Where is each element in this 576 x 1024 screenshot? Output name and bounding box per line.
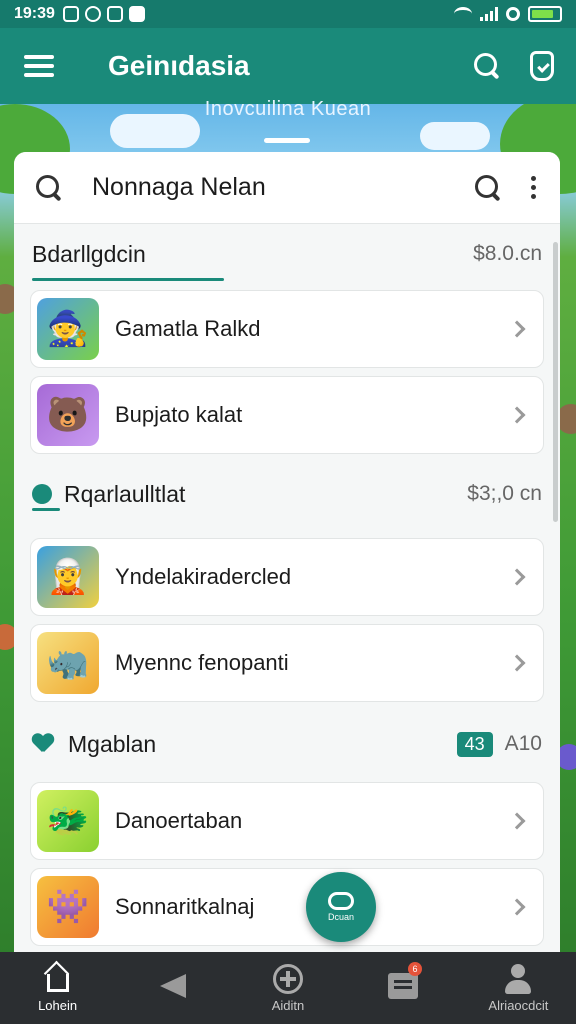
banner-text: Inovcuilina Kuean (204, 98, 372, 120)
image-icon (62, 6, 79, 22)
witch-icon: 🧝 (37, 546, 99, 608)
section-header: Rqarlaulltlat $3;,0 cn (32, 474, 542, 514)
location-icon (32, 484, 52, 504)
shield-icon[interactable] (530, 51, 554, 81)
chevron-right-icon (508, 406, 526, 424)
mail-icon (128, 6, 145, 22)
profile-icon (504, 963, 532, 994)
search-submit-icon[interactable] (475, 174, 501, 201)
nav-item-home[interactable]: Lohein (0, 952, 115, 1024)
game-card[interactable]: 🧝 Yndelakiradercled (30, 538, 544, 616)
adventurer-icon: 🧙 (37, 298, 99, 360)
section-underline (32, 508, 60, 511)
game-card[interactable]: 🧙 Gamatla Ralkd (30, 290, 544, 368)
search-icon (36, 174, 62, 201)
game-card[interactable]: 👾 Sonnaritkalnaj (30, 868, 544, 946)
status-time: 19:39 (14, 5, 55, 22)
sync-icon (506, 7, 520, 21)
section-header: Bdarllgdcin $8.0.cn (32, 234, 542, 274)
home-icon (46, 973, 69, 992)
add-circle-icon (273, 963, 303, 994)
chevron-right-icon (508, 320, 526, 338)
dragon-icon: 🐲 (37, 790, 99, 852)
monster-icon: 👾 (37, 876, 99, 938)
section-title: Rqarlaulltlat (64, 480, 186, 507)
send-icon (159, 974, 186, 998)
section-value: $8.0.cn (473, 242, 542, 265)
nav-item-add[interactable]: Aiditn (230, 952, 345, 1024)
inbox-icon (388, 973, 419, 999)
battery-icon (528, 6, 562, 22)
rhino-icon: 🦏 (37, 632, 99, 694)
more-options-icon[interactable] (531, 176, 536, 199)
nav-item-send[interactable] (115, 952, 230, 1024)
app-title: Geinıdasia (108, 50, 250, 81)
search-icon[interactable] (474, 53, 500, 79)
chat-bubble-icon (328, 892, 354, 910)
section-header: Mgablan 43 A10 (32, 724, 542, 764)
scrollbar[interactable] (553, 242, 558, 522)
section-title: Bdarllgdcin (32, 240, 146, 267)
game-title: Gamatla Ralkd (115, 316, 261, 341)
menu-icon[interactable] (24, 55, 54, 77)
search-bar[interactable]: Nonnaga Nelan (14, 152, 560, 224)
game-card[interactable]: 🐻 Bupjato kalat (30, 376, 544, 454)
notification-badge: 6 (408, 962, 422, 976)
search-query[interactable]: Nonnaga Nelan (92, 173, 266, 202)
game-title: Myennc fenopanti (115, 650, 289, 675)
game-title: Sonnaritkalnaj (115, 894, 255, 919)
wifi-icon (454, 7, 472, 21)
app-bar: Geinıdasia (0, 28, 576, 104)
drag-handle[interactable] (264, 138, 310, 143)
bear-icon: 🐻 (37, 384, 99, 446)
nav-item-profile[interactable]: Alriaocdcit (461, 952, 576, 1024)
section-value: $3;,0 cn (467, 482, 542, 505)
section-underline (32, 278, 224, 281)
count-badge: 43 (456, 731, 493, 757)
heart-icon (32, 734, 54, 754)
app-icon (106, 6, 123, 22)
fab-label: Dcuan (327, 912, 354, 922)
chat-fab-button[interactable]: Dcuan (306, 872, 376, 942)
chevron-right-icon (508, 898, 526, 916)
game-card[interactable]: 🐲 Danoertaban (30, 782, 544, 860)
game-title: Danoertaban (115, 808, 243, 833)
section-value: A10 (504, 732, 542, 755)
chevron-right-icon (508, 812, 526, 830)
nav-item-inbox[interactable] (346, 952, 461, 1024)
signal-icon (480, 7, 498, 21)
nav-label: Alriaocdcit (488, 997, 549, 1013)
bottom-nav: Lohein Aiditn Alriaocdcit (0, 952, 576, 1024)
section-title: Mgablan (68, 730, 157, 757)
notification-icon (84, 6, 101, 22)
nav-label: Lohein (38, 997, 78, 1013)
game-title: Yndelakiradercled (115, 564, 292, 589)
chevron-right-icon (508, 568, 526, 586)
status-bar: 19:39 (0, 0, 576, 28)
game-title: Bupjato kalat (115, 402, 243, 427)
results-sheet: Nonnaga Nelan Bdarllgdcin $8.0.cn 🧙 Gama… (14, 152, 560, 952)
nav-label: Aiditn (271, 997, 305, 1013)
game-card[interactable]: 🦏 Myennc fenopanti (30, 624, 544, 702)
chevron-right-icon (508, 654, 526, 672)
